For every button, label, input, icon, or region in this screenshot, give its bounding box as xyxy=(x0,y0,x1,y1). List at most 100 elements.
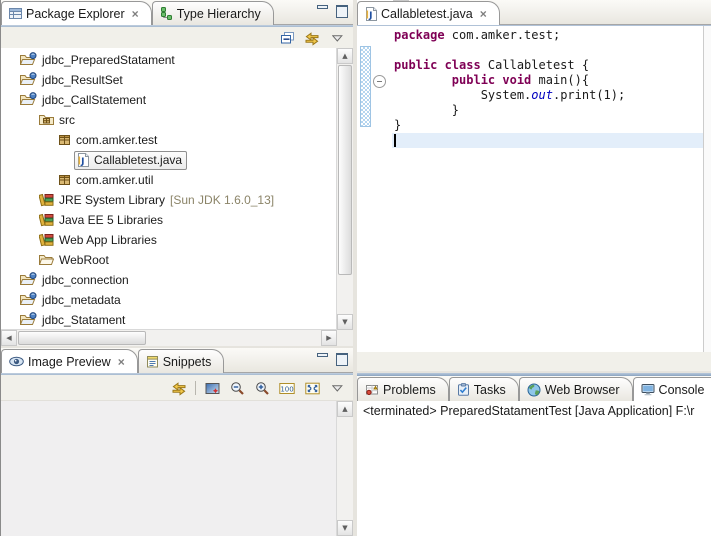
minimize-icon[interactable] xyxy=(317,5,328,15)
package-explorer-toolbar xyxy=(1,27,353,50)
console-tabstrip: Problems Tasks Web Browser Console× xyxy=(357,376,711,401)
library-icon xyxy=(39,213,54,227)
image-preview-tab-snippets[interactable]: Snippets xyxy=(137,349,225,373)
console-tab-tasks[interactable]: Tasks xyxy=(448,377,519,401)
scrollbar-thumb[interactable] xyxy=(338,65,352,275)
image-preview-zoom-out-button[interactable] xyxy=(228,379,246,397)
preview-vertical-scrollbar[interactable]: ▲ ▼ xyxy=(336,401,353,536)
tree-item-jdbc-metadata[interactable]: jdbc_metadata xyxy=(1,290,337,310)
close-icon[interactable]: × xyxy=(132,8,139,20)
tree-vertical-scrollbar[interactable]: ▲ ▼ xyxy=(336,48,353,330)
range-indicator xyxy=(360,46,371,127)
close-icon[interactable]: × xyxy=(118,356,125,368)
tree-item-jdbc-callstatement[interactable]: jdbc_CallStatement xyxy=(1,90,337,110)
console-tab-web-browser[interactable]: Web Browser xyxy=(518,377,633,401)
code-token: } xyxy=(394,103,460,117)
image-preview-zoom-fit-button[interactable] xyxy=(303,379,321,397)
scroll-right-icon[interactable]: ▶ xyxy=(321,330,337,346)
minimize-icon[interactable] xyxy=(317,353,328,363)
code-token: .print(1); xyxy=(552,88,626,102)
tree-item-callabletest-java[interactable]: J Callabletest.java xyxy=(1,150,337,170)
package-explorer-tab-type-hierarchy[interactable]: Type Hierarchy xyxy=(151,1,274,25)
code-line-4: public void main(){ xyxy=(392,73,704,88)
code-line-8 xyxy=(392,133,704,148)
console-output-area[interactable] xyxy=(357,417,711,536)
collapse-all-icon xyxy=(280,31,295,45)
tree-horizontal-scrollbar[interactable]: ◀ ▶ xyxy=(1,329,337,346)
scroll-up-icon[interactable]: ▲ xyxy=(337,48,353,64)
tree-item-cell: jdbc_connection xyxy=(17,270,134,290)
tree-item-cell: jdbc_CallStatement xyxy=(17,90,151,110)
tree-item-webroot[interactable]: WebRoot xyxy=(1,250,337,270)
tree-item-label: Callabletest.java xyxy=(94,152,183,167)
image-preview-icon xyxy=(9,356,24,367)
code-editor[interactable]: package com.amker.test; public class Call… xyxy=(357,26,711,352)
code-line-7: } xyxy=(392,118,704,133)
tree-item-jre-system-library[interactable]: JRE System Library [Sun JDK 1.6.0_13] xyxy=(1,190,337,210)
tree-item-java-ee-5-libraries[interactable]: Java EE 5 Libraries xyxy=(1,210,337,230)
scrollbar-corner xyxy=(337,330,353,346)
package-explorer-collapse-all-button[interactable] xyxy=(278,29,296,47)
source-folder-icon xyxy=(39,113,54,126)
scroll-down-icon[interactable]: ▼ xyxy=(337,314,353,330)
view-menu-icon xyxy=(331,384,343,392)
console-tab-console[interactable]: Console× xyxy=(632,377,711,401)
tab-label: Tasks xyxy=(473,382,506,397)
image-preview-view-menu-button[interactable] xyxy=(328,379,346,397)
scroll-up-icon[interactable]: ▲ xyxy=(337,401,353,417)
project-tree[interactable]: jdbc_PreparedStatament jdbc_ResultSet jdbc… xyxy=(1,48,337,330)
tree-item-jdbc-preparedstatament[interactable]: jdbc_PreparedStatament xyxy=(1,50,337,70)
tree-item-jdbc-statament[interactable]: jdbc_Statament xyxy=(1,310,337,330)
maximize-icon[interactable] xyxy=(336,353,348,366)
image-preview-link-with-editor-button[interactable] xyxy=(170,379,188,397)
java-project-icon xyxy=(20,92,37,107)
web-browser-icon xyxy=(527,383,541,397)
svg-text:J: J xyxy=(368,11,372,21)
tree-item-cell: WebRoot xyxy=(36,251,114,270)
console-tab-problems[interactable]: Problems xyxy=(357,377,449,401)
tree-item-cell: Java EE 5 Libraries xyxy=(36,211,168,230)
package-explorer-tab-package-explorer[interactable]: Package Explorer × xyxy=(1,1,152,25)
svg-text:100: 100 xyxy=(280,385,293,393)
code-line-6: } xyxy=(392,103,704,118)
tree-item-jdbc-resultset[interactable]: jdbc_ResultSet xyxy=(1,70,337,90)
tree-item-label: jdbc_PreparedStatament xyxy=(42,52,175,67)
tree-item-cell: Web App Libraries xyxy=(36,231,162,250)
tab-label: Type Hierarchy xyxy=(176,6,261,21)
image-preview-tab-image-preview[interactable]: Image Preview × xyxy=(1,349,138,373)
text-caret xyxy=(394,134,396,147)
image-preview-canvas: ▲ ▼ xyxy=(1,400,353,536)
tree-item-cell: com.amker.test xyxy=(55,131,162,150)
code-token: } xyxy=(394,118,402,132)
tree-item-cell: src xyxy=(36,111,80,130)
tree-item-label: JRE System Library xyxy=(59,192,166,207)
package-explorer-view-menu-button[interactable] xyxy=(328,29,346,47)
zoom-fit-icon xyxy=(304,382,320,395)
problems-icon xyxy=(365,383,379,396)
scroll-down-icon[interactable]: ▼ xyxy=(337,520,353,536)
code-text-area[interactable]: package com.amker.test; public class Call… xyxy=(392,28,704,148)
image-preview-zoom-100-button[interactable]: 100 xyxy=(278,379,296,397)
editor-tab-callabletest-java[interactable]: J Callabletest.java × xyxy=(357,1,500,25)
library-icon xyxy=(39,233,54,247)
tree-item-jdbc-connection[interactable]: jdbc_connection xyxy=(1,270,337,290)
scroll-left-icon[interactable]: ◀ xyxy=(1,330,17,346)
editor-gutter xyxy=(357,26,392,352)
zoom-out-icon xyxy=(230,381,245,396)
java-project-icon xyxy=(20,272,37,287)
tree-item-src[interactable]: src xyxy=(1,110,337,130)
tree-item-cell: jdbc_Statament xyxy=(17,310,130,330)
zoom-in-icon xyxy=(255,381,270,396)
tree-item-cell: jdbc_ResultSet xyxy=(17,70,128,90)
image-preview-image-button[interactable] xyxy=(203,379,221,397)
package-explorer-link-with-editor-button[interactable] xyxy=(303,29,321,47)
fold-collapse-icon[interactable] xyxy=(373,75,386,88)
tree-item-web-app-libraries[interactable]: Web App Libraries xyxy=(1,230,337,250)
image-preview-zoom-in-button[interactable] xyxy=(253,379,271,397)
scrollbar-thumb[interactable] xyxy=(18,331,146,345)
package-icon xyxy=(58,134,71,146)
tree-item-com-amker-test[interactable]: com.amker.test xyxy=(1,130,337,150)
tree-item-com-amker-util[interactable]: com.amker.util xyxy=(1,170,337,190)
maximize-icon[interactable] xyxy=(336,5,348,18)
close-icon[interactable]: × xyxy=(480,8,487,20)
